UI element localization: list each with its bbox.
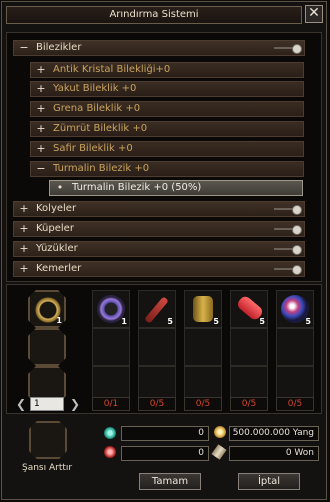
subitem-zumrut[interactable]: + Zümrüt Bileklik +0 [30,121,304,137]
subitem-antik-kristal[interactable]: + Antik Kristal Bilekliği+0 [30,62,304,78]
category-bilezikler[interactable]: − Bilezikler [13,40,305,56]
item-count: 1 [56,316,62,325]
category-label: Küpeler [36,223,74,234]
subitem-label: Antik Kristal Bilekliği+0 [53,64,171,75]
category-label: Kolyeler [36,203,77,214]
item-count: 5 [305,317,311,326]
subitem-label: Grena Bileklik +0 [53,103,141,114]
item-count: 1 [121,317,127,326]
expand-icon[interactable]: + [18,242,30,256]
category-label: Kemerler [36,263,82,274]
chance-label: Şansı Arttır [22,463,73,473]
material-ratio: 0/5 [184,397,222,411]
material-ratio: 0/5 [138,397,176,411]
slider-knob-icon [274,225,302,235]
collapse-icon[interactable]: − [18,41,30,55]
category-label: Yüzükler [36,243,78,254]
item-count: 5 [167,317,173,326]
item-count: 5 [259,317,265,326]
category-kolyeler[interactable]: + Kolyeler [13,201,305,217]
yang-coin-icon [214,426,226,438]
close-button[interactable]: ✕ [305,5,323,23]
expand-icon[interactable]: + [35,63,47,77]
expand-icon[interactable]: + [35,82,47,96]
material-ratio: 0/5 [276,397,314,411]
expand-icon[interactable]: + [18,202,30,216]
expand-icon[interactable]: + [18,222,30,236]
window-title: Arındırma Sistemi [6,6,302,24]
main-item-slot[interactable]: 1 [28,290,66,328]
red-wand-icon [144,296,169,324]
recipe-item-selected[interactable]: • Turmalin Bilezik +0 (50%) [49,180,303,196]
gold-cylinder-icon [193,296,213,322]
item-count: 5 [213,317,219,326]
material-ratio: 0/5 [230,397,268,411]
teal-gem-field[interactable]: 0 [121,426,209,441]
bullet-icon: • [56,181,64,194]
page-number-field[interactable]: 1 [30,397,64,411]
collapse-icon[interactable]: − [35,162,47,176]
cancel-button[interactable]: İptal [238,473,300,490]
material-slot[interactable]: 5 [184,290,222,328]
subitem-label: Safir Bileklik +0 [53,143,133,154]
page-selector: ❮ 1 ❯ [14,397,84,413]
teal-gem-icon [104,427,116,439]
material-ratio: 0/1 [92,397,130,411]
prev-page-icon[interactable]: ❮ [16,397,26,411]
slider-knob-icon [274,44,302,54]
material-slot[interactable]: 1 [92,290,130,328]
chance-item-slot[interactable] [29,421,67,459]
material-slot-empty[interactable] [138,328,176,366]
material-slot[interactable]: 5 [138,290,176,328]
material-slot-empty[interactable] [276,328,314,366]
expand-icon[interactable]: + [35,102,47,116]
won-field: 0 Won [229,446,319,461]
category-label: Bilezikler [36,42,82,53]
subitem-grena[interactable]: + Grena Bileklik +0 [30,101,304,117]
material-slot[interactable]: 5 [230,290,268,328]
material-slot-empty[interactable] [92,328,130,366]
recipe-item-label: Turmalin Bilezik +0 (50%) [72,182,202,193]
subitem-label: Yakut Bileklik +0 [53,83,137,94]
next-page-icon[interactable]: ❯ [70,397,80,411]
main-slot-empty[interactable] [28,328,66,366]
category-kupeler[interactable]: + Küpeler [13,221,305,237]
category-kemerler[interactable]: + Kemerler [13,261,305,277]
material-slot[interactable]: 5 [276,290,314,328]
slider-knob-icon [274,245,302,255]
category-yuzukler[interactable]: + Yüzükler [13,241,305,257]
red-gem-icon [104,446,116,458]
red-gem-field[interactable]: 0 [121,446,209,461]
material-slot-empty[interactable] [230,328,268,366]
subitem-safir[interactable]: + Safir Bileklik +0 [30,141,304,157]
subitem-turmalin[interactable]: − Turmalin Bilezik +0 [30,161,304,177]
slider-knob-icon [274,265,302,275]
expand-icon[interactable]: + [35,142,47,156]
ok-button[interactable]: Tamam [139,473,201,490]
expand-icon[interactable]: + [35,122,47,136]
expand-icon[interactable]: + [18,262,30,276]
material-slot-empty[interactable] [184,328,222,366]
subitem-yakut[interactable]: + Yakut Bileklik +0 [30,81,304,97]
subitem-label: Zümrüt Bileklik +0 [53,123,148,134]
yang-field: 500.000.000 Yang [229,426,319,441]
slider-knob-icon [274,205,302,215]
subitem-label: Turmalin Bilezik +0 [53,163,150,174]
